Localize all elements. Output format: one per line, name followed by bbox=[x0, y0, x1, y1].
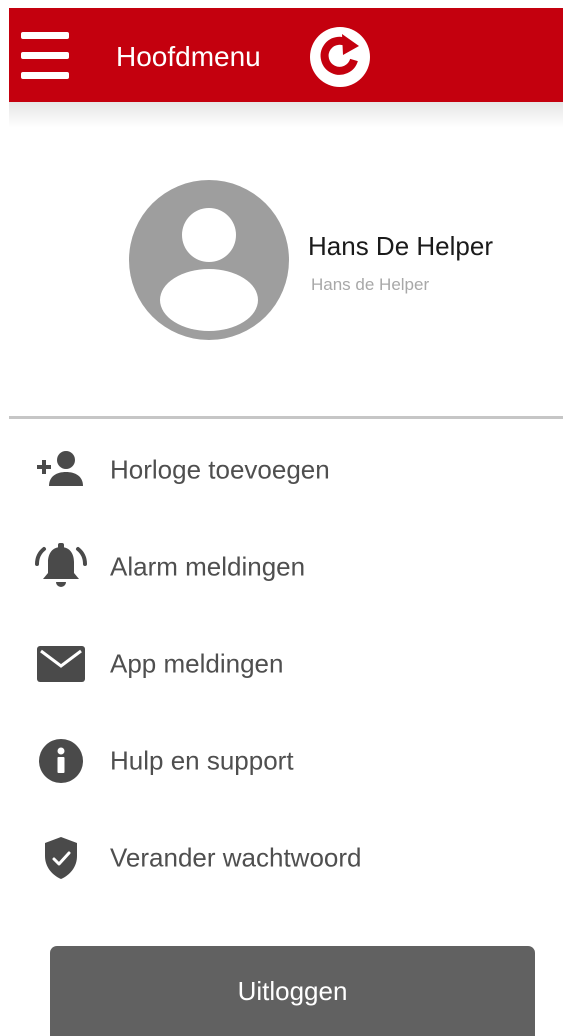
info-icon bbox=[35, 738, 87, 784]
profile-subtitle: Hans de Helper bbox=[311, 275, 430, 294]
logout-button[interactable]: Uitloggen bbox=[50, 946, 535, 1036]
menu-item-label: App meldingen bbox=[110, 648, 284, 679]
section-divider bbox=[9, 416, 563, 419]
shield-check-icon bbox=[35, 835, 87, 881]
menu-item-label: Hulp en support bbox=[110, 745, 294, 776]
hamburger-menu-icon[interactable] bbox=[21, 32, 76, 82]
page-title: Hoofdmenu bbox=[116, 41, 261, 72]
app-bar-shadow bbox=[9, 102, 563, 128]
hamburger-line bbox=[21, 72, 69, 79]
add-person-icon bbox=[35, 447, 87, 493]
hamburger-line bbox=[21, 52, 69, 59]
menu-item-label: Verander wachtwoord bbox=[110, 842, 362, 873]
profile-name: Hans De Helper bbox=[308, 231, 493, 261]
main-menu-page: Hoofdmenu Hans De Helper Hans de Helper bbox=[0, 0, 563, 1036]
menu-item-alarm-meldingen[interactable]: Alarm meldingen bbox=[9, 527, 563, 607]
avatar-placeholder-icon bbox=[129, 180, 289, 340]
menu-item-verander-wachtwoord[interactable]: Verander wachtwoord bbox=[9, 818, 563, 898]
menu-item-label: Alarm meldingen bbox=[110, 551, 306, 582]
menu-item-app-meldingen[interactable]: App meldingen bbox=[9, 624, 563, 704]
menu-item-hulp-en-support[interactable]: Hulp en support bbox=[9, 721, 563, 801]
alarm-bell-icon bbox=[35, 543, 87, 590]
menu-item-horloge-toevoegen[interactable]: Horloge toevoegen bbox=[9, 430, 563, 510]
menu-item-label: Horloge toevoegen bbox=[110, 454, 330, 485]
app-bar: Hoofdmenu bbox=[9, 8, 563, 102]
refresh-icon[interactable] bbox=[309, 26, 371, 88]
envelope-icon bbox=[35, 641, 87, 687]
hamburger-line bbox=[21, 32, 69, 39]
